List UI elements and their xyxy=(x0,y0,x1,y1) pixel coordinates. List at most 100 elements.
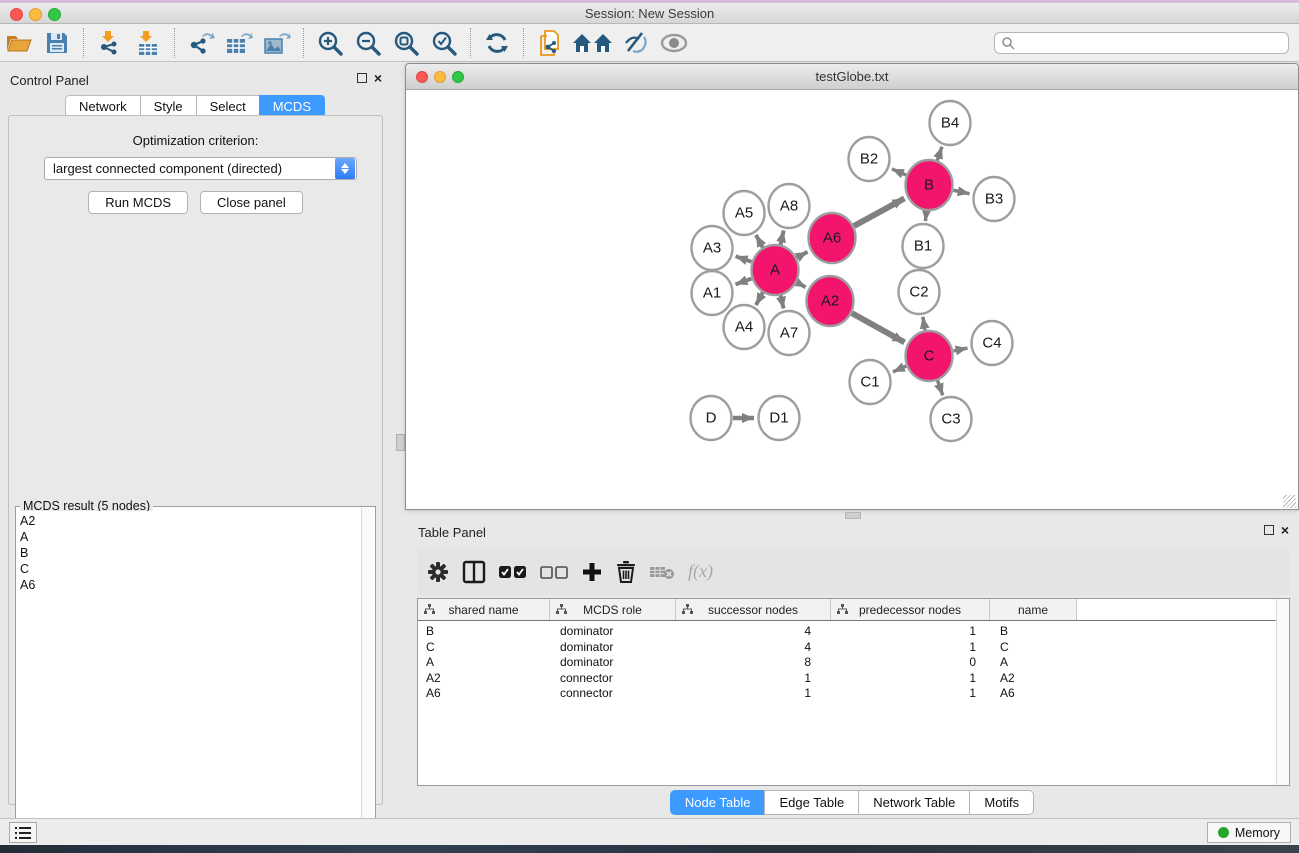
graph-node-D[interactable]: D xyxy=(691,396,732,440)
deselect-all-icon[interactable] xyxy=(540,557,568,587)
select-all-icon[interactable] xyxy=(499,557,527,587)
table-cell[interactable]: A xyxy=(418,655,550,671)
clone-network-icon[interactable] xyxy=(533,28,567,58)
maximize-window-button[interactable] xyxy=(48,8,61,21)
mcds-result-item[interactable]: A xyxy=(20,529,362,545)
refresh-icon[interactable] xyxy=(480,28,514,58)
graph-node-D1[interactable]: D1 xyxy=(759,396,800,440)
mcds-result-item[interactable]: A6 xyxy=(20,577,362,593)
window-resize-grip[interactable] xyxy=(1283,495,1296,508)
graph-edge-A-A8[interactable] xyxy=(780,230,783,245)
mcds-result-item[interactable]: C xyxy=(20,561,362,577)
graph-edge-C-C2[interactable] xyxy=(923,317,925,332)
graph-node-A[interactable]: A xyxy=(752,245,799,295)
table-cell[interactable]: A xyxy=(990,655,1077,671)
criterion-dropdown[interactable]: largest connected component (directed) xyxy=(44,157,357,180)
tab-network-table[interactable]: Network Table xyxy=(858,790,969,815)
memory-button[interactable]: Memory xyxy=(1207,822,1291,843)
close-window-button[interactable] xyxy=(10,8,23,21)
table-cell[interactable]: connector xyxy=(550,671,676,687)
run-mcds-button[interactable]: Run MCDS xyxy=(88,191,188,214)
mcds-result-item[interactable]: A2 xyxy=(20,513,362,529)
minimize-window-button[interactable] xyxy=(29,8,42,21)
export-table-icon[interactable] xyxy=(222,28,256,58)
table-cell[interactable]: 0 xyxy=(831,655,990,671)
table-cell[interactable]: C xyxy=(418,640,550,656)
graph-node-B4[interactable]: B4 xyxy=(930,101,971,145)
close-panel-button[interactable]: Close panel xyxy=(200,191,303,214)
network-minimize-button[interactable] xyxy=(434,71,446,83)
table-row[interactable]: A2connector11A2 xyxy=(418,671,1289,687)
table-cell[interactable]: A6 xyxy=(418,686,550,702)
import-table-icon[interactable] xyxy=(131,28,165,58)
column-header-predecessor-nodes[interactable]: predecessor nodes xyxy=(831,599,990,620)
zoom-selected-icon[interactable] xyxy=(427,28,461,58)
graph-node-C2[interactable]: C2 xyxy=(899,270,940,314)
network-maximize-button[interactable] xyxy=(452,71,464,83)
graph-edge-A-A6[interactable] xyxy=(797,252,808,258)
table-cell[interactable]: A2 xyxy=(418,671,550,687)
table-cell[interactable]: dominator xyxy=(550,655,676,671)
open-file-icon[interactable] xyxy=(2,28,36,58)
home-network-icon[interactable] xyxy=(571,28,615,58)
graph-edge-A-A1[interactable] xyxy=(735,279,751,285)
hide-details-icon[interactable] xyxy=(619,28,653,58)
column-header-mcds-role[interactable]: MCDS role xyxy=(550,599,676,620)
table-row[interactable]: Bdominator41B xyxy=(418,624,1289,640)
tab-node-table[interactable]: Node Table xyxy=(670,790,765,815)
column-header-shared-name[interactable]: shared name xyxy=(418,599,550,620)
mcds-result-item[interactable]: B xyxy=(20,545,362,561)
column-header-name[interactable]: name xyxy=(990,599,1077,620)
close-table-panel-icon[interactable]: × xyxy=(1281,525,1289,535)
table-cell[interactable]: 4 xyxy=(676,624,831,640)
graph-node-A5[interactable]: A5 xyxy=(724,191,765,235)
float-panel-icon[interactable] xyxy=(357,73,367,83)
graph-edge-C-C1[interactable] xyxy=(893,366,906,372)
table-cell[interactable]: 1 xyxy=(831,686,990,702)
panel-divider-handle[interactable] xyxy=(396,434,405,451)
graph-node-A7[interactable]: A7 xyxy=(769,311,810,355)
table-cell[interactable]: 1 xyxy=(831,671,990,687)
graph-node-A4[interactable]: A4 xyxy=(724,305,765,349)
table-cell[interactable]: C xyxy=(990,640,1077,656)
import-network-icon[interactable] xyxy=(93,28,127,58)
graph-node-C4[interactable]: C4 xyxy=(972,321,1013,365)
graph-node-A3[interactable]: A3 xyxy=(692,226,733,270)
graph-edge-A2-C[interactable] xyxy=(852,313,905,342)
graph-node-B[interactable]: B xyxy=(906,160,953,210)
close-panel-icon[interactable]: × xyxy=(374,73,382,83)
add-column-icon[interactable] xyxy=(581,557,603,587)
table-row[interactable]: Adominator80A xyxy=(418,655,1289,671)
graph-node-C3[interactable]: C3 xyxy=(931,397,972,441)
delete-column-icon[interactable] xyxy=(616,557,636,587)
mcds-list-scrollbar[interactable] xyxy=(361,508,374,846)
graph-edge-B-B2[interactable] xyxy=(892,169,906,175)
graph-node-B3[interactable]: B3 xyxy=(974,177,1015,221)
export-network-icon[interactable] xyxy=(184,28,218,58)
float-table-panel-icon[interactable] xyxy=(1264,525,1274,535)
task-history-button[interactable] xyxy=(9,822,37,843)
table-cell[interactable]: B xyxy=(418,624,550,640)
graph-edge-A-A3[interactable] xyxy=(736,256,752,262)
graph-node-B2[interactable]: B2 xyxy=(849,137,890,181)
graph-node-A8[interactable]: A8 xyxy=(769,184,810,228)
graph-edge-B-B1[interactable] xyxy=(925,210,926,221)
graph-edge-C-C4[interactable] xyxy=(953,348,967,351)
search-input[interactable] xyxy=(1015,36,1265,50)
columns-icon[interactable] xyxy=(462,557,486,587)
graph-node-A6[interactable]: A6 xyxy=(809,213,856,263)
graph-edge-A-A7[interactable] xyxy=(780,294,783,308)
graph-edge-A6-B[interactable] xyxy=(854,198,904,226)
graph-edge-B-B3[interactable] xyxy=(953,190,969,193)
table-cell[interactable]: 1 xyxy=(831,624,990,640)
graph-edge-A-A5[interactable] xyxy=(756,235,763,248)
tab-edge-table[interactable]: Edge Table xyxy=(764,790,858,815)
tab-motifs[interactable]: Motifs xyxy=(969,790,1034,815)
graph-edge-A-A4[interactable] xyxy=(756,292,763,305)
table-cell[interactable]: dominator xyxy=(550,640,676,656)
graph-edge-B-B4[interactable] xyxy=(937,147,942,162)
export-image-icon[interactable] xyxy=(260,28,294,58)
graph-node-C[interactable]: C xyxy=(906,331,953,381)
table-scrollbar[interactable] xyxy=(1276,599,1289,785)
zoom-in-icon[interactable] xyxy=(313,28,347,58)
